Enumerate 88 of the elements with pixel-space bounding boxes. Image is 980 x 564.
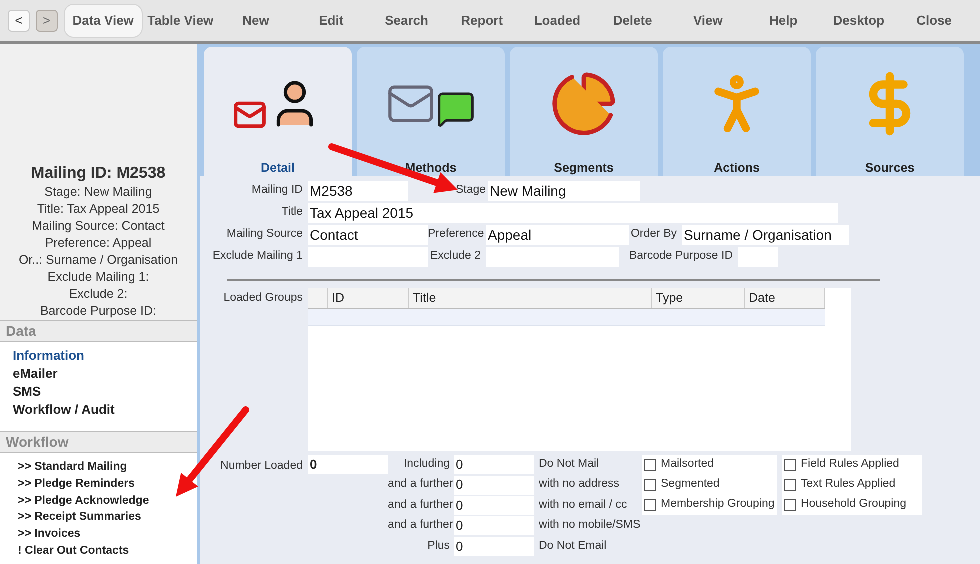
checkbox-option[interactable]: Text Rules Applied bbox=[782, 475, 922, 495]
field-label: Number Loaded bbox=[220, 459, 304, 474]
tab[interactable]: Methods bbox=[357, 47, 505, 176]
checkbox-option[interactable]: Membership Grouping bbox=[642, 495, 777, 515]
checkbox[interactable] bbox=[644, 459, 656, 471]
nav-link[interactable]: Information bbox=[13, 347, 184, 365]
field-note: Do Not Mail bbox=[538, 457, 600, 472]
summary-title: Mailing ID: M2538 bbox=[31, 164, 166, 184]
tab[interactable]: Segments bbox=[510, 47, 658, 176]
input-field[interactable]: Appeal bbox=[486, 225, 629, 245]
field-label: Barcode Purpose ID bbox=[628, 249, 734, 264]
field-label: and a further bbox=[388, 498, 454, 513]
field-label: Mailing Source bbox=[226, 227, 304, 242]
workflow-action[interactable]: >> Invoices bbox=[18, 526, 179, 543]
column-header[interactable]: Type bbox=[652, 288, 745, 308]
field-note: with no mobile/SMS bbox=[538, 518, 642, 534]
column-header[interactable]: Title bbox=[409, 288, 652, 308]
toolbar-button[interactable]: View bbox=[670, 4, 746, 38]
workflow-action[interactable]: >> Receipt Summaries bbox=[18, 509, 179, 526]
field-label: Including bbox=[402, 457, 451, 472]
input-field[interactable]: Tax Appeal 2015 bbox=[308, 203, 838, 223]
input-field[interactable]: Contact bbox=[308, 225, 428, 245]
field-label: Plus bbox=[426, 538, 451, 554]
toolbar-button[interactable]: Search bbox=[369, 4, 444, 38]
field-note: Do Not Email bbox=[538, 538, 608, 554]
input-field[interactable]: Surname / Organisation bbox=[682, 225, 849, 245]
checkbox-option[interactable]: Field Rules Applied bbox=[782, 455, 922, 475]
summary-line: Title: Tax Appeal 2015 bbox=[37, 201, 160, 218]
field-label: Preference bbox=[428, 227, 486, 242]
field-label: Stage bbox=[456, 183, 488, 198]
toolbar-button[interactable]: Delete bbox=[595, 4, 671, 38]
tab[interactable]: Actions bbox=[663, 47, 811, 176]
column-header[interactable]: Date bbox=[745, 288, 825, 308]
toolbar-button[interactable]: Table View bbox=[143, 4, 218, 38]
toolbar-button[interactable]: Report bbox=[444, 4, 520, 38]
input-field[interactable]: 0 bbox=[308, 455, 388, 474]
toolbar-button[interactable]: Help bbox=[746, 4, 822, 38]
toolbar-button[interactable]: Close bbox=[896, 4, 972, 38]
checkbox-option[interactable]: Segmented bbox=[642, 475, 777, 495]
field-label: Loaded Groups bbox=[222, 291, 304, 306]
field-label: and a further bbox=[388, 477, 454, 492]
summary-line: Or..: Surname / Organisation bbox=[18, 252, 178, 269]
checkbox[interactable] bbox=[784, 459, 796, 471]
field-note: with no email / cc bbox=[538, 498, 628, 513]
toolbar-button[interactable]: Data View bbox=[64, 4, 143, 38]
workflow-action[interactable]: >> Standard Mailing bbox=[18, 459, 179, 476]
summary-line: Barcode Purpose ID: bbox=[40, 303, 157, 320]
section-header: Data bbox=[0, 320, 197, 342]
checkbox[interactable] bbox=[644, 479, 656, 491]
input-field[interactable]: 0 bbox=[454, 536, 534, 556]
summary-line: Exclude 2: bbox=[69, 286, 128, 303]
nav-button[interactable]: < bbox=[8, 10, 30, 32]
checkbox[interactable] bbox=[644, 499, 656, 511]
section-header: Workflow bbox=[0, 431, 197, 453]
summary-line: Mailing Source: Contact bbox=[32, 218, 165, 235]
tab[interactable]: Detail bbox=[204, 47, 352, 176]
input-field[interactable]: 0 bbox=[454, 455, 534, 474]
checkbox[interactable] bbox=[784, 479, 796, 491]
workflow-action[interactable]: ! Clear Out Contacts bbox=[18, 542, 179, 560]
nav-link[interactable]: Workflow / Audit bbox=[13, 401, 184, 419]
summary-line: Stage: New Mailing bbox=[44, 184, 152, 201]
toolbar-button[interactable]: Desktop bbox=[821, 4, 897, 38]
workflow-action[interactable]: >> Pledge Acknowledge bbox=[18, 492, 179, 510]
toolbar-button[interactable]: Loaded bbox=[520, 4, 596, 38]
field-label: and a further bbox=[388, 518, 454, 534]
field-label: Title bbox=[280, 205, 304, 220]
field-note: with no address bbox=[538, 477, 621, 492]
input-field[interactable]: M2538 bbox=[308, 181, 408, 201]
toolbar-button[interactable]: Edit bbox=[294, 4, 370, 38]
nav-link[interactable]: SMS bbox=[13, 383, 184, 401]
checkbox-option[interactable]: Mailsorted bbox=[642, 455, 777, 475]
tab[interactable]: Sources bbox=[816, 47, 964, 176]
summary-line: Exclude Mailing 1: bbox=[48, 269, 150, 286]
input-field[interactable]: New Mailing bbox=[488, 181, 640, 201]
field-label: Mailing ID bbox=[250, 183, 304, 198]
field-label: Exclude Mailing 1 bbox=[212, 249, 304, 264]
input-field[interactable]: 0 bbox=[454, 496, 534, 515]
field-label: Order By bbox=[630, 227, 678, 242]
input-field[interactable]: 0 bbox=[454, 516, 534, 536]
workflow-action[interactable]: >> Pledge Reminders bbox=[18, 476, 179, 493]
field-label: Exclude 2 bbox=[429, 249, 482, 264]
checkbox-option[interactable]: Household Grouping bbox=[782, 495, 922, 515]
toolbar-button[interactable]: New bbox=[218, 4, 294, 38]
summary-line: Preference: Appeal bbox=[45, 235, 152, 252]
input-field[interactable]: 0 bbox=[454, 476, 534, 495]
column-header[interactable]: ID bbox=[328, 288, 409, 308]
nav-link[interactable]: eMailer bbox=[13, 365, 184, 383]
checkbox[interactable] bbox=[784, 499, 796, 511]
